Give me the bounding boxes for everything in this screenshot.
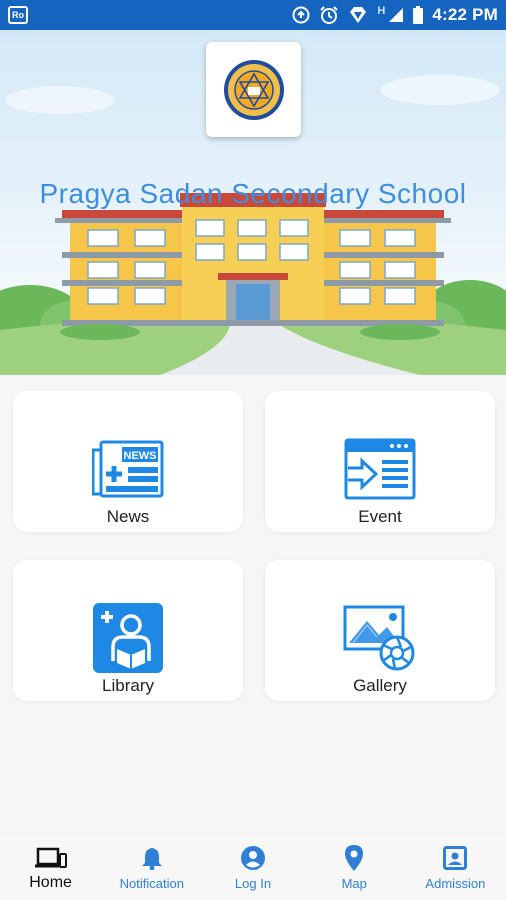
id-card-icon (443, 846, 468, 870)
nav-map[interactable]: Map (304, 835, 405, 900)
alarm-icon (319, 5, 339, 25)
library-label: Library (102, 676, 154, 695)
signal-icon (388, 7, 404, 23)
event-label: Event (358, 507, 402, 526)
nav-notification-label: Notification (119, 876, 184, 891)
nav-login[interactable]: Log In (202, 835, 303, 900)
bell-icon (141, 848, 162, 870)
devices-icon (34, 847, 67, 868)
event-icon (344, 438, 416, 499)
gallery-label: Gallery (353, 676, 407, 695)
school-emblem-icon (223, 59, 284, 120)
status-bar: Ro H 4:22 PM (0, 0, 506, 30)
battery-icon (413, 6, 424, 24)
nav-admission-label: Admission (425, 876, 486, 891)
nav-notification[interactable]: Notification (101, 835, 202, 900)
event-card[interactable]: Event (265, 391, 495, 532)
gallery-card[interactable]: Gallery (265, 560, 495, 701)
svg-text:NEWS: NEWS (124, 450, 157, 462)
news-card[interactable]: NEWS News (13, 391, 243, 532)
sync-icon (292, 6, 310, 24)
network-type-label: H (377, 5, 386, 17)
library-icon (93, 602, 163, 673)
header-banner: Pragya Sadan Secondary School (0, 30, 506, 375)
library-card[interactable]: Library (13, 560, 243, 701)
nav-home-label: Home (29, 874, 72, 891)
school-logo-card (206, 42, 301, 137)
school-title: Pragya Sadan Secondary School (39, 178, 467, 209)
gallery-icon (343, 605, 415, 670)
news-icon: NEWS (92, 440, 164, 497)
map-pin-icon (345, 845, 364, 871)
status-time: 4:22 PM (432, 5, 498, 24)
account-circle-icon (241, 846, 265, 870)
news-label: News (106, 507, 150, 526)
nav-admission[interactable]: Admission (405, 835, 506, 900)
bottom-navigation: Home Notification Log In Map Admission (0, 835, 506, 900)
vpn-diamond-icon (348, 6, 368, 24)
nav-map-label: Map (341, 876, 367, 891)
nav-home[interactable]: Home (0, 835, 101, 900)
nav-login-label: Log In (234, 876, 272, 891)
app-badge-icon: Ro (8, 6, 28, 24)
